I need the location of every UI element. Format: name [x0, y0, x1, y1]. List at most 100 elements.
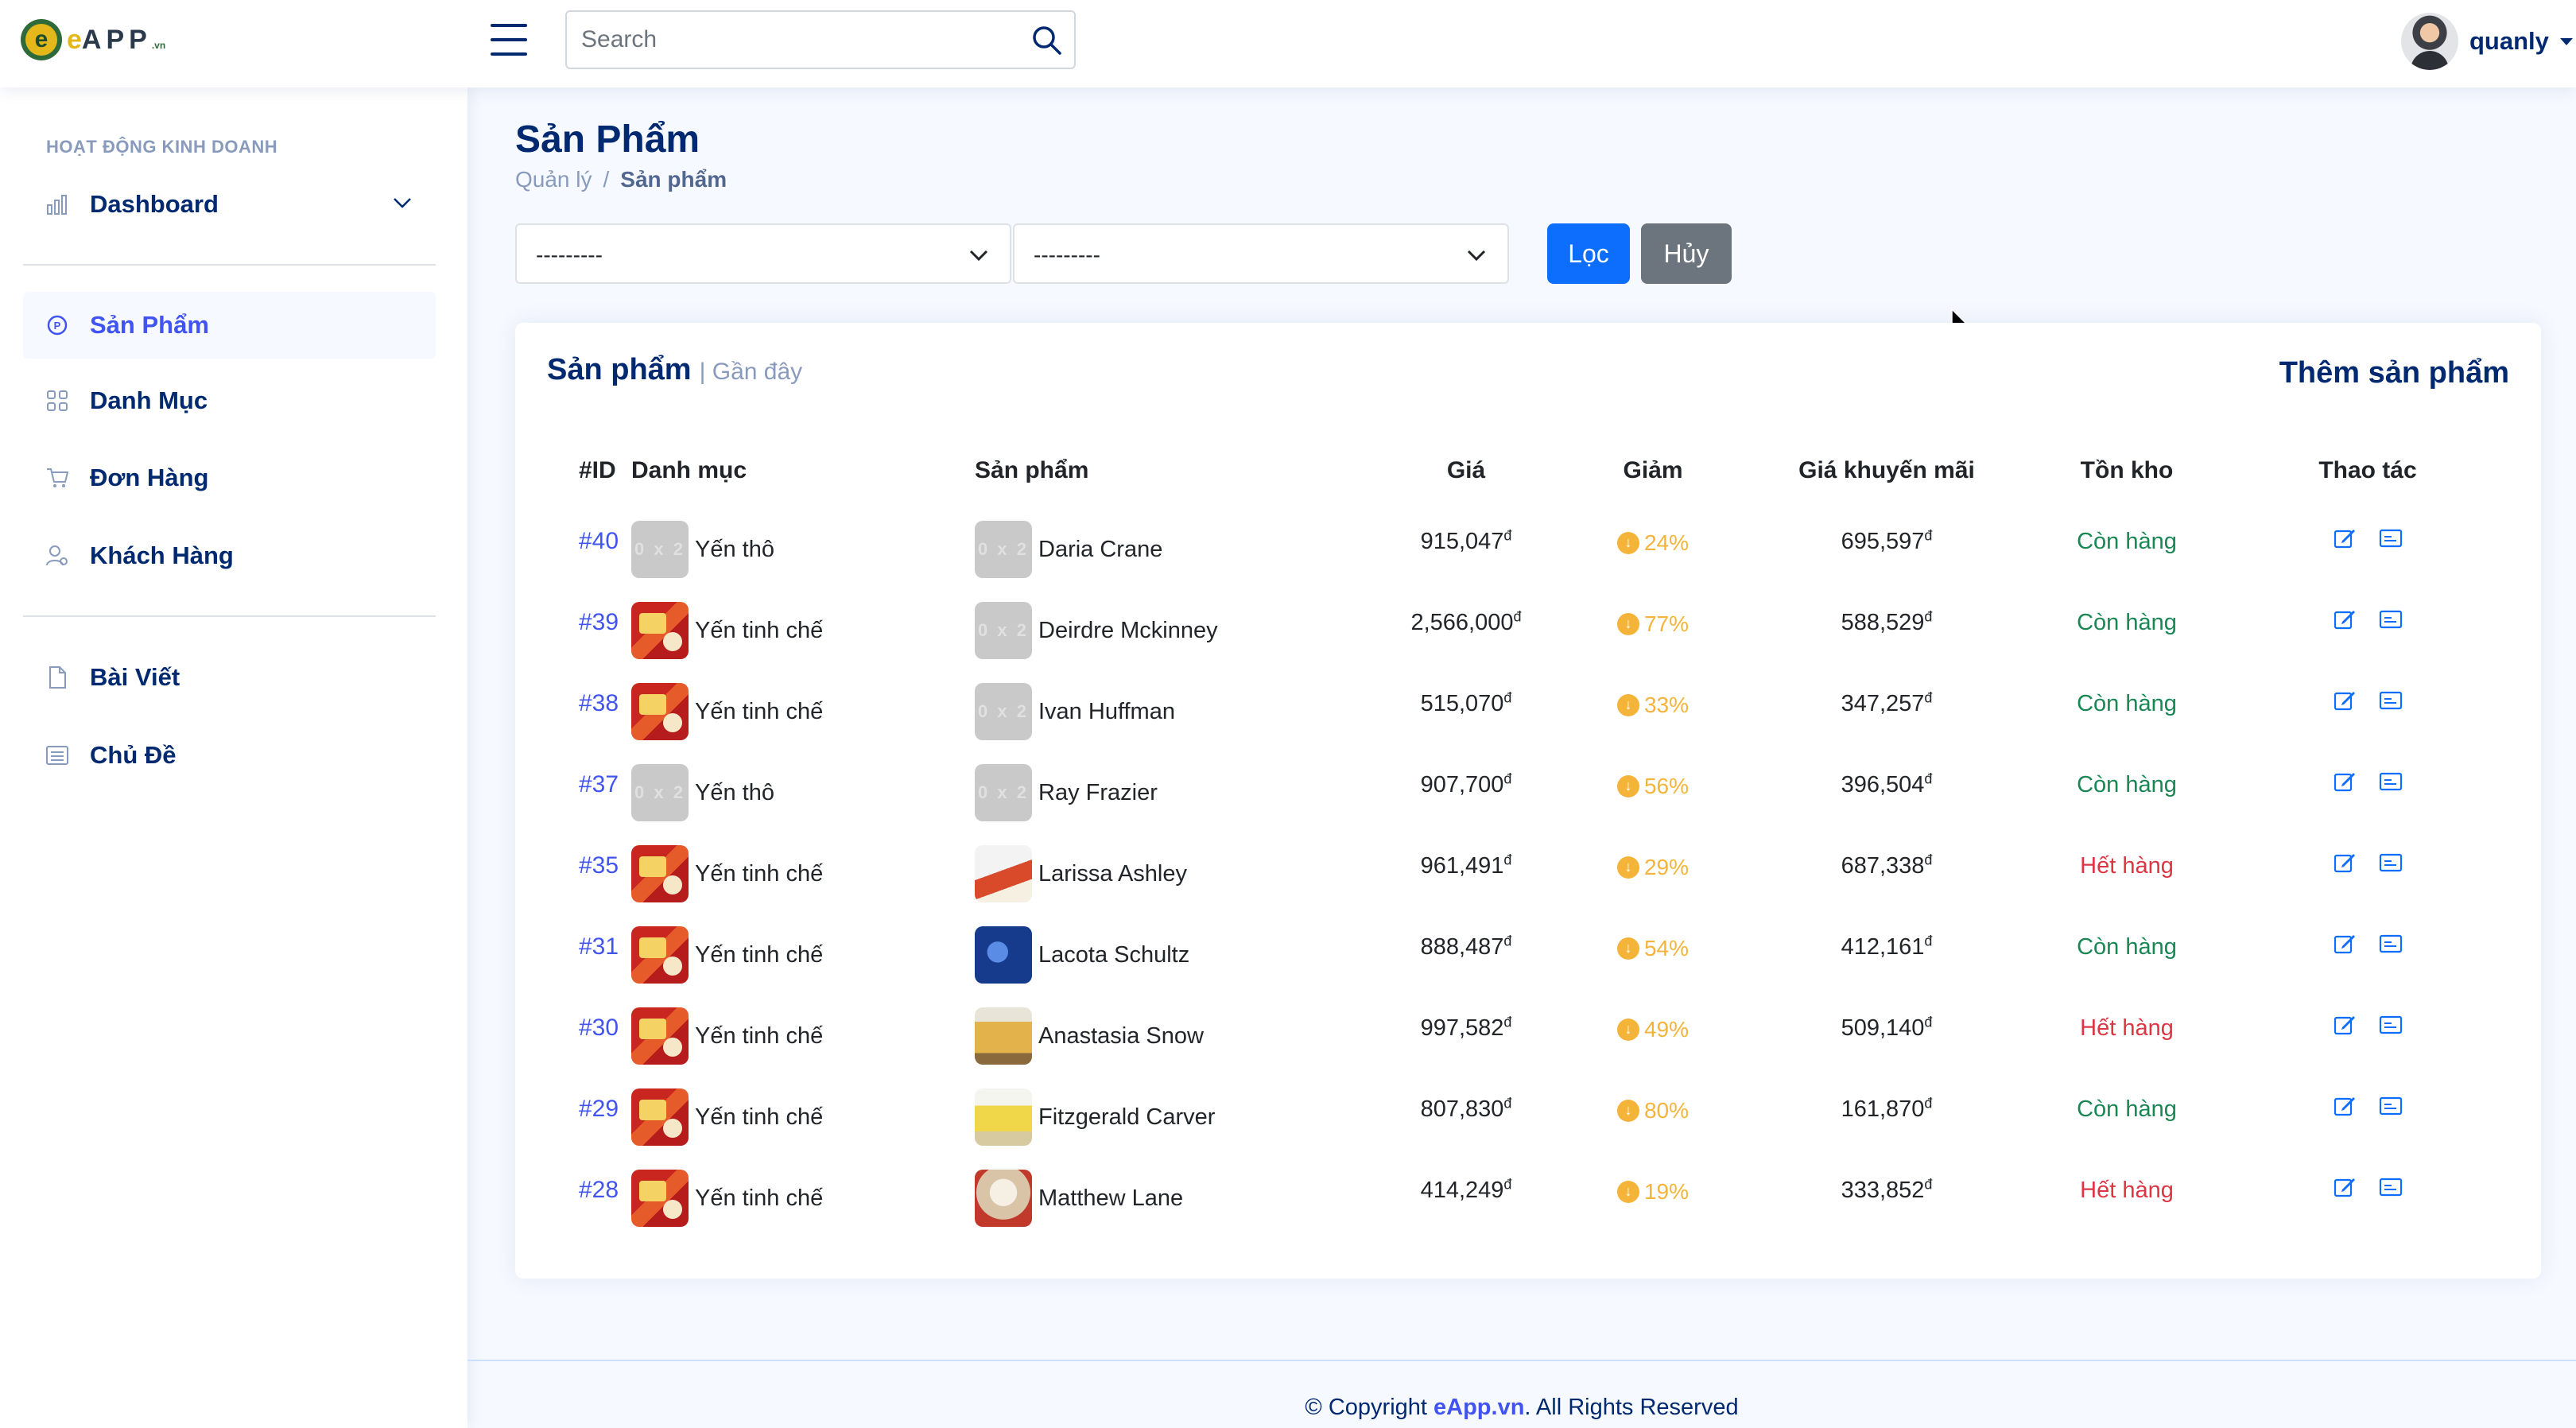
column-header-discount[interactable]: Giảm — [1560, 433, 1746, 509]
search-input[interactable] — [568, 14, 1014, 66]
edit-icon[interactable] — [2333, 851, 2357, 875]
cell-category: 0 x 2 Yến thô — [631, 752, 975, 833]
table-row: #37 0 x 2 Yến thô 0 x 2 Ray Frazier 907,700đ ↓… — [547, 752, 2509, 833]
product-thumbnail — [975, 926, 1032, 984]
product-thumbnail: 0 x 2 — [975, 602, 1032, 659]
category-name: Yến tinh chế — [695, 1185, 824, 1211]
column-header-category[interactable]: Danh mục — [631, 433, 975, 509]
chevron-down-icon[interactable] — [393, 193, 412, 212]
sidebar-item-label: Đơn Hàng — [90, 464, 209, 491]
stock-status: Còn hàng — [2077, 933, 2177, 960]
column-header-product[interactable]: Sản phẩm — [975, 433, 1372, 509]
image-gallery-icon[interactable] — [2379, 851, 2403, 875]
image-gallery-icon[interactable] — [2379, 526, 2403, 550]
product-id-link[interactable]: #28 — [579, 1177, 619, 1203]
sidebar-item-dashboard[interactable]: Dashboard — [23, 171, 436, 238]
profile-menu[interactable]: quanly — [2401, 11, 2573, 72]
image-gallery-icon[interactable] — [2379, 607, 2403, 631]
column-header-price[interactable]: Giá — [1372, 433, 1560, 509]
product-id-link[interactable]: #31 — [579, 933, 619, 960]
search-icon[interactable] — [1028, 21, 1066, 60]
image-gallery-icon[interactable] — [2379, 770, 2403, 794]
edit-icon[interactable] — [2333, 607, 2357, 631]
edit-icon[interactable] — [2333, 526, 2357, 550]
edit-icon[interactable] — [2333, 932, 2357, 956]
cell-category: Yến tinh chế — [631, 833, 975, 914]
edit-icon[interactable] — [2333, 689, 2357, 712]
price-value: 2,566,000 — [1410, 610, 1514, 636]
product-id-link[interactable]: #30 — [579, 1015, 619, 1041]
column-header-id[interactable]: #ID — [547, 433, 631, 509]
page-title: Sản Phẩm — [515, 118, 700, 161]
select-value: --------- — [1034, 243, 1100, 267]
product-thumbnail — [975, 1170, 1032, 1227]
edit-icon[interactable] — [2333, 770, 2357, 794]
sidebar-item-san-pham[interactable]: P Sản Phẩm — [23, 292, 436, 359]
filter-button[interactable]: Lọc — [1547, 223, 1630, 284]
cell-id: #30 — [547, 995, 631, 1077]
product-thumbnail: 0 x 2 — [975, 764, 1032, 821]
sidebar-item-label: Bài Viết — [90, 663, 180, 691]
discount-value: 49% — [1643, 1016, 1690, 1042]
cell-discount: ↓ 77% — [1560, 590, 1746, 671]
currency-symbol: đ — [1924, 1095, 1933, 1112]
edit-icon[interactable] — [2333, 1175, 2357, 1199]
table-row: #39 Yến tinh chế 0 x 2 Deirdre Mckinney 2,56… — [547, 590, 2509, 671]
product-id-link[interactable]: #37 — [579, 771, 619, 797]
column-header-promo-price[interactable]: Giá khuyến mãi — [1746, 433, 2027, 509]
category-name: Yến tinh chế — [695, 1104, 824, 1130]
edit-icon[interactable] — [2333, 1094, 2357, 1118]
image-gallery-icon[interactable] — [2379, 1175, 2403, 1199]
cancel-button[interactable]: Hủy — [1641, 223, 1732, 284]
discount-value: 19% — [1643, 1178, 1690, 1204]
stock-filter-select[interactable]: --------- — [1013, 223, 1509, 284]
sidebar-item-danh-muc[interactable]: Danh Mục — [23, 367, 436, 434]
product-name: Fitzgerald Carver — [1038, 1104, 1216, 1130]
add-product-link[interactable]: Thêm sản phẩm — [2279, 356, 2509, 390]
sidebar-item-label: Chủ Đề — [90, 741, 177, 769]
image-gallery-icon[interactable] — [2379, 1094, 2403, 1118]
image-gallery-icon[interactable] — [2379, 689, 2403, 712]
footer-brand-link[interactable]: eApp.vn — [1433, 1395, 1524, 1420]
currency-symbol: đ — [1503, 770, 1512, 787]
column-header-stock[interactable]: Tồn kho — [2027, 433, 2226, 509]
discount-value: 29% — [1643, 854, 1690, 879]
eapp-logo[interactable]: e eAPP .vn — [21, 19, 165, 60]
menu-toggle-icon[interactable] — [491, 24, 527, 56]
breadcrumb: Quản lý / Sản phẩm — [515, 167, 727, 192]
sidebar-item-don-hang[interactable]: Đơn Hàng — [23, 444, 436, 511]
category-filter-select[interactable]: --------- — [515, 223, 1011, 284]
image-gallery-icon[interactable] — [2379, 932, 2403, 956]
cell-promo-price: 412,161đ — [1746, 914, 2027, 995]
currency-symbol: đ — [1924, 852, 1933, 868]
currency-symbol: đ — [1924, 1176, 1933, 1193]
footer: © Copyright eApp.vn. All Rights Reserved — [467, 1395, 2576, 1421]
product-id-link[interactable]: #40 — [579, 528, 619, 554]
cell-discount: ↓ 33% — [1560, 671, 1746, 752]
product-id-link[interactable]: #29 — [579, 1096, 619, 1122]
edit-icon[interactable] — [2333, 1013, 2357, 1037]
cell-stock: Còn hàng — [2027, 509, 2226, 590]
product-id-link[interactable]: #35 — [579, 852, 619, 879]
sidebar-item-bai-viet[interactable]: Bài Viết — [23, 644, 436, 711]
cell-product: Fitzgerald Carver — [975, 1077, 1372, 1158]
promo-price-value: 396,504 — [1841, 772, 1925, 798]
category-thumbnail — [631, 1170, 689, 1227]
arrow-down-circle-icon: ↓ — [1616, 1099, 1639, 1122]
image-gallery-icon[interactable] — [2379, 1013, 2403, 1037]
product-id-link[interactable]: #38 — [579, 690, 619, 716]
cell-price: 961,491đ — [1372, 833, 1560, 914]
arrow-down-circle-icon: ↓ — [1616, 1018, 1639, 1041]
product-thumbnail — [975, 1088, 1032, 1146]
currency-symbol: đ — [1503, 933, 1512, 949]
cell-actions — [2226, 590, 2509, 671]
breadcrumb-link[interactable]: Quản lý — [515, 167, 592, 192]
sidebar-item-chu-de[interactable]: Chủ Đề — [23, 722, 436, 789]
cell-category: Yến tinh chế — [631, 671, 975, 752]
currency-symbol: đ — [1924, 770, 1933, 787]
product-id-link[interactable]: #39 — [579, 609, 619, 635]
sidebar-item-khach-hang[interactable]: Khách Hàng — [23, 522, 436, 589]
cell-id: #35 — [547, 833, 631, 914]
breadcrumb-separator: / — [603, 167, 610, 192]
logo-sub: .vn — [151, 40, 166, 51]
